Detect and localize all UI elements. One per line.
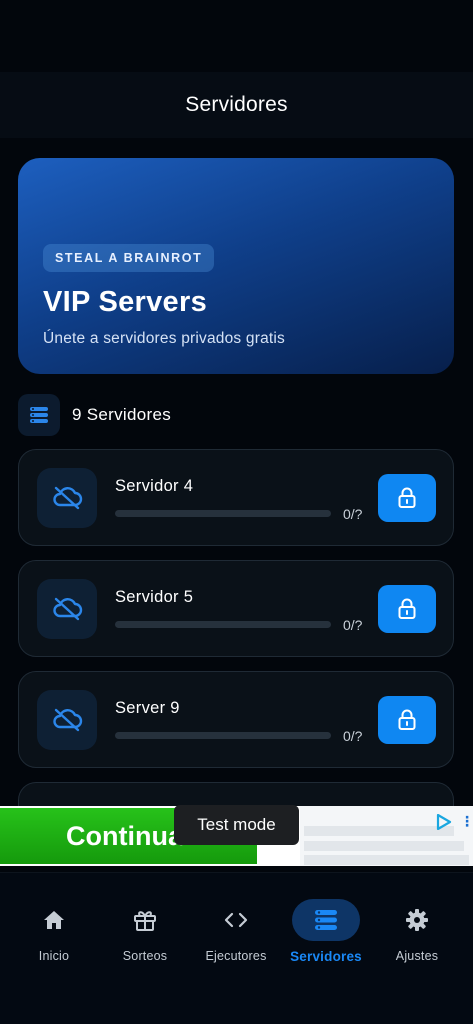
- cloud-off-icon: [37, 468, 97, 528]
- lock-icon: [398, 598, 416, 619]
- nav-label: Servidores: [290, 949, 362, 964]
- app-header: Servidores: [0, 72, 473, 138]
- lock-button[interactable]: [378, 696, 436, 744]
- nav-item-sorteos[interactable]: Sorteos: [105, 899, 185, 969]
- server-player-count: 0/?: [343, 617, 363, 633]
- server-card[interactable]: Servidor 5 0/?: [18, 560, 454, 657]
- nav-label: Sorteos: [122, 949, 168, 963]
- server-progress-bar: [115, 621, 331, 628]
- hero-subtitle: Únete a servidores privados gratis: [43, 330, 285, 347]
- nav-label: Ejecutores: [205, 949, 267, 963]
- code-icon: [202, 899, 270, 941]
- servers-icon: [292, 899, 360, 941]
- server-player-count: 0/?: [343, 728, 363, 744]
- hero-banner: STEAL A BRAINROT VIP Servers Únete a ser…: [18, 158, 454, 374]
- servers-icon: [18, 394, 60, 436]
- hero-title: VIP Servers: [43, 286, 208, 318]
- ad-play-icon[interactable]: [436, 814, 452, 830]
- server-name: Servidor 5: [115, 588, 194, 606]
- nav-item-ajustes[interactable]: Ajustes: [377, 899, 457, 969]
- server-progress-bar: [115, 510, 331, 517]
- nav-item-inicio[interactable]: Inicio: [14, 899, 94, 969]
- lock-button[interactable]: [378, 585, 436, 633]
- server-count-label: 9 Servidores: [72, 405, 172, 424]
- page-title: Servidores: [185, 93, 288, 116]
- status-bar: [0, 0, 473, 72]
- nav-item-ejecutores[interactable]: Ejecutores: [196, 899, 276, 969]
- server-card[interactable]: Server 9 0/?: [18, 671, 454, 768]
- server-card[interactable]: Servidor 4 0/?: [18, 449, 454, 546]
- ad-more-icon[interactable]: ⋮: [460, 813, 473, 830]
- server-name: Servidor 4: [115, 477, 194, 495]
- lock-icon: [398, 487, 416, 508]
- server-name: Server 9: [115, 699, 180, 717]
- lock-icon: [398, 709, 416, 730]
- lock-button[interactable]: [378, 474, 436, 522]
- test-mode-tooltip: Test mode: [174, 805, 299, 845]
- nav-item-servidores[interactable]: Servidores: [286, 899, 366, 969]
- game-tag: STEAL A BRAINROT: [43, 244, 215, 272]
- server-list: Servidor 4 0/? Servidor 5 0/? Server 9 0…: [18, 449, 454, 782]
- home-icon: [20, 899, 88, 941]
- gift-icon: [111, 899, 179, 941]
- server-player-count: 0/?: [343, 506, 363, 522]
- gear-icon: [383, 899, 451, 941]
- nav-label: Ajustes: [395, 949, 439, 963]
- cloud-off-icon: [37, 690, 97, 750]
- server-count-row: 9 Servidores: [18, 394, 171, 436]
- server-progress-bar: [115, 732, 331, 739]
- nav-label: Inicio: [38, 949, 70, 963]
- cloud-off-icon: [37, 579, 97, 639]
- bottom-nav: Inicio Sorteos Ejecutores Servidores Aju…: [0, 872, 473, 1024]
